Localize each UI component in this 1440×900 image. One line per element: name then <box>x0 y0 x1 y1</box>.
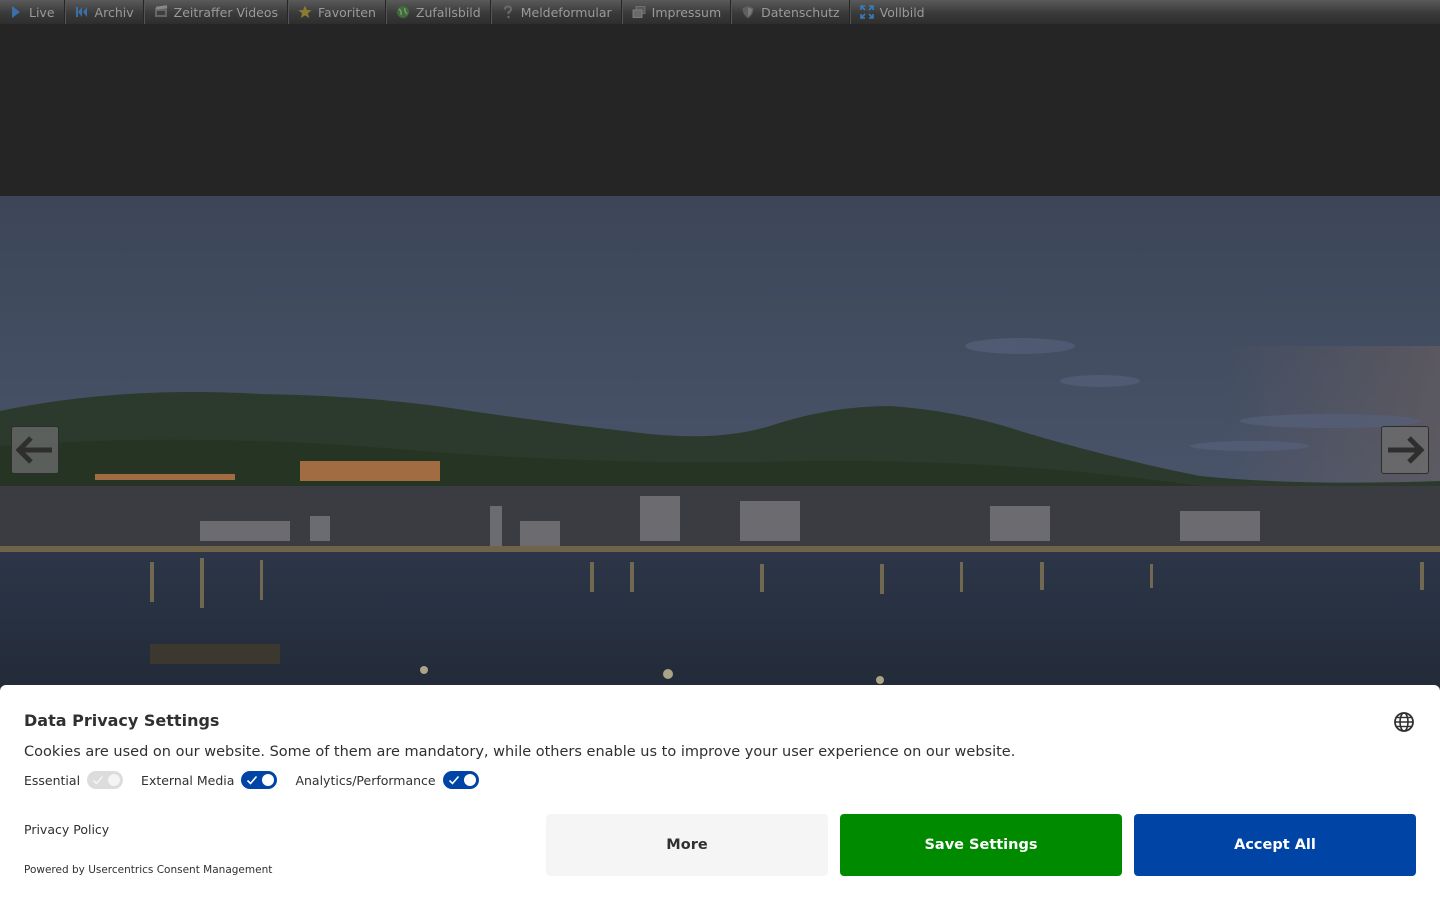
webcam-image <box>0 196 1440 696</box>
consent-description: Cookies are used on our website. Some of… <box>24 744 1016 760</box>
switch-knob <box>108 774 121 786</box>
save-settings-button[interactable]: Save Settings <box>840 814 1122 876</box>
nav-item-label: Impressum <box>651 4 722 20</box>
fullscreen-icon <box>859 4 875 20</box>
next-image-button[interactable] <box>1381 426 1429 474</box>
rewind-icon <box>74 4 90 20</box>
nav-item-label: Favoriten <box>318 4 376 20</box>
play-icon <box>8 4 24 20</box>
nav-item-impressum[interactable]: Impressum <box>622 0 732 24</box>
nav-item-vollbild[interactable]: Vollbild <box>850 0 934 24</box>
essential-switch <box>87 771 124 789</box>
globe-icon <box>1394 712 1414 732</box>
toggle-external-media: External Media <box>141 771 278 789</box>
accept-all-button[interactable]: Accept All <box>1134 814 1416 876</box>
toggle-label: Essential <box>24 772 81 788</box>
nav-item-label: Zufallsbild <box>415 4 481 20</box>
nav-item-favoriten[interactable]: Favoriten <box>288 0 386 24</box>
film-icon <box>153 4 169 20</box>
check-icon <box>92 775 104 785</box>
check-icon <box>247 775 258 785</box>
check-icon <box>448 775 459 785</box>
page: Live Archiv Zeitraffer Videos Favoriten … <box>0 0 1440 900</box>
nav-item-label: Zeitraffer Videos <box>173 4 279 20</box>
powered-by-text: Powered by Usercentrics Consent Manageme… <box>24 864 273 876</box>
header-area <box>0 24 1440 196</box>
analytics-switch[interactable] <box>442 771 479 789</box>
toggle-label: Analytics/Performance <box>295 772 436 788</box>
consent-title: Data Privacy Settings <box>24 711 220 730</box>
nav-item-archiv[interactable]: Archiv <box>65 0 144 24</box>
question-icon <box>500 4 516 20</box>
nav-item-meldeformular[interactable]: Meldeformular <box>491 0 622 24</box>
switch-knob <box>262 774 275 786</box>
consent-toggles: Essential External Media Analytics/Perfo… <box>24 771 497 789</box>
shield-icon <box>740 4 756 20</box>
nav-item-zufallsbild[interactable]: Zufallsbild <box>386 0 491 24</box>
nav-item-label: Archiv <box>94 4 134 20</box>
arrow-left-icon <box>15 436 52 464</box>
nav-item-live[interactable]: Live <box>0 0 65 24</box>
globe-icon <box>395 4 411 20</box>
language-button[interactable] <box>1393 711 1415 733</box>
arrow-right-icon <box>1388 436 1425 464</box>
previous-image-button[interactable] <box>11 426 59 474</box>
more-button[interactable]: More <box>546 814 828 876</box>
toggle-analytics: Analytics/Performance <box>295 771 479 789</box>
windows-icon <box>631 4 647 20</box>
switch-knob <box>463 774 476 786</box>
top-nav-bar: Live Archiv Zeitraffer Videos Favoriten … <box>0 0 1440 24</box>
nav-item-label: Live <box>29 4 55 20</box>
nav-item-label: Datenschutz <box>761 4 840 20</box>
nav-item-datenschutz[interactable]: Datenschutz <box>731 0 850 24</box>
privacy-consent-banner: Data Privacy Settings Cookies are used o… <box>0 685 1440 900</box>
external-media-switch[interactable] <box>241 771 278 789</box>
nav-item-zeitraffer[interactable]: Zeitraffer Videos <box>144 0 289 24</box>
nav-item-label: Meldeformular <box>520 4 612 20</box>
privacy-policy-link[interactable]: Privacy Policy <box>24 822 109 837</box>
toggle-essential: Essential <box>24 771 124 789</box>
star-icon <box>297 4 313 20</box>
toggle-label: External Media <box>141 772 235 788</box>
nav-item-label: Vollbild <box>879 4 925 20</box>
